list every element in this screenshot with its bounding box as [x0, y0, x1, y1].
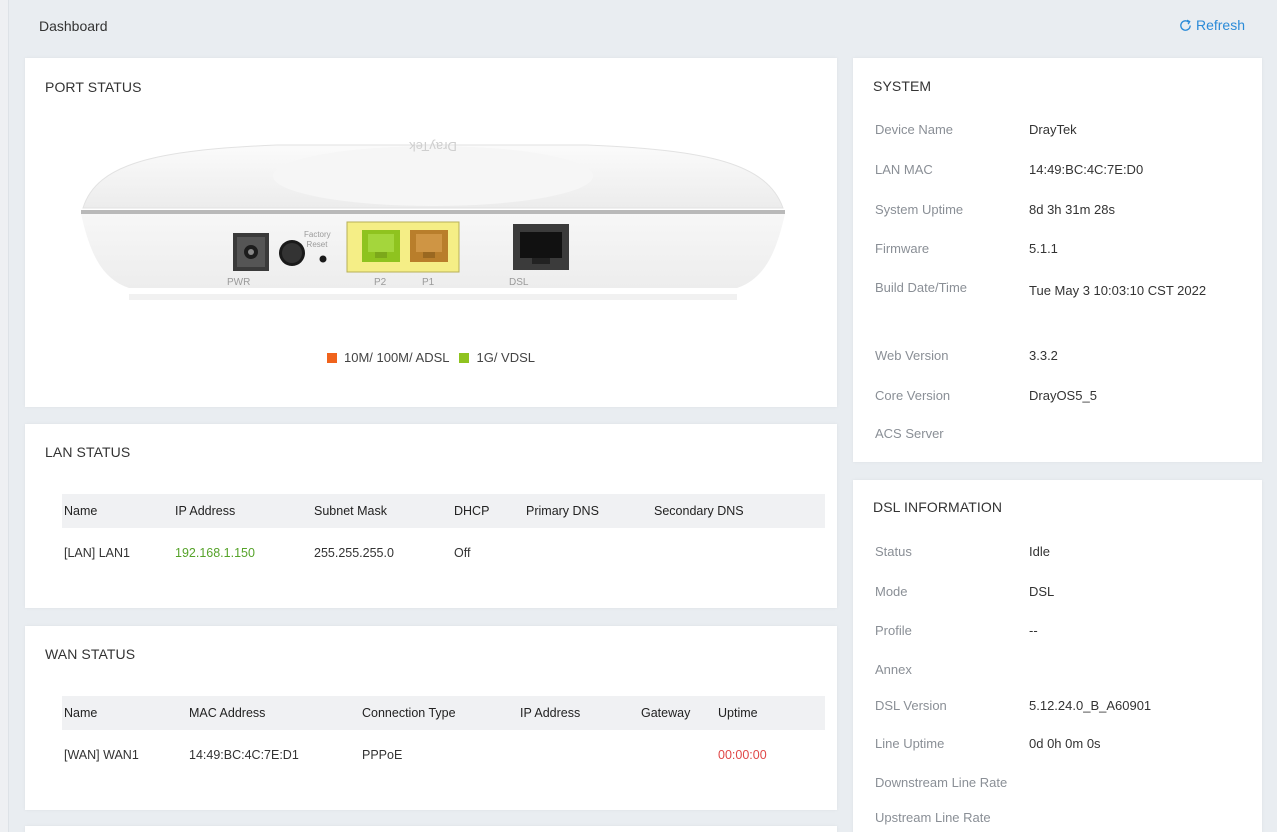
legend-swatch-green [459, 352, 470, 363]
field-label: Profile [875, 623, 912, 638]
field-value: Idle [1029, 544, 1050, 559]
col-dhcp: DHCP [454, 504, 490, 518]
legend-label: 10M/ 100M/ ADSL [343, 350, 450, 365]
field-value: 5.12.24.0_B_A60901 [1029, 698, 1152, 713]
system-card: SYSTEM Device Name DrayTek LAN MAC 14:49… [853, 58, 1262, 462]
legend-item-10m: 10M/ 100M/ ADSL [326, 350, 450, 365]
wan-table: Name MAC Address Connection Type IP Addr… [62, 696, 825, 780]
lan-status-title: LAN STATUS [45, 444, 131, 460]
col-connection-type: Connection Type [362, 706, 456, 720]
dsl-label: DSL [509, 277, 529, 288]
system-title: SYSTEM [873, 78, 932, 94]
col-primary-dns: Primary DNS [526, 504, 599, 518]
legend-item-1g: 1G/ VDSL [459, 350, 535, 365]
table-header: Name IP Address Subnet Mask DHCP Primary… [62, 494, 825, 528]
field-value: 8d 3h 31m 28s [1029, 202, 1116, 217]
field-label: Annex [875, 662, 912, 677]
p1-label: P1 [422, 277, 435, 288]
field-value: -- [1029, 623, 1038, 638]
col-uptime: Uptime [718, 706, 758, 720]
refresh-label: Refresh [1195, 17, 1245, 33]
field-label: Line Uptime [875, 736, 945, 751]
lan-mask: 255.255.255.0 [314, 546, 394, 560]
wan-uptime: 00:00:00 [718, 748, 767, 762]
brand-text-reversed: DrayTek [409, 139, 457, 154]
wan-name: [WAN] WAN1 [64, 748, 139, 762]
svg-text:DrayTek: DrayTek [409, 139, 457, 154]
field-label: Build Date/Time [875, 280, 967, 295]
col-ip-address: IP Address [520, 706, 581, 720]
lan-table: Name IP Address Subnet Mask DHCP Primary… [62, 494, 825, 578]
field-value: DSL [1029, 584, 1055, 599]
col-name: Name [64, 504, 98, 518]
field-value: 14:49:BC:4C:7E:D0 [1029, 162, 1144, 177]
lan-status-card: LAN STATUS Name IP Address Subnet Mask D… [25, 424, 837, 608]
refresh-button[interactable]: Refresh [1178, 17, 1245, 33]
field-value: Tue May 3 10:03:10 CST 2022 [1029, 283, 1207, 298]
table-row: [LAN] LAN1 192.168.1.150 255.255.255.0 O… [62, 528, 825, 578]
next-card-partial [25, 826, 837, 832]
field-label: DSL Version [875, 698, 947, 713]
port-status-title: PORT STATUS [45, 79, 142, 95]
col-gateway: Gateway [641, 706, 691, 720]
field-label: Firmware [875, 241, 930, 256]
page-title: Dashboard [39, 18, 108, 34]
pwr-label: PWR [227, 277, 251, 288]
dsl-title: DSL INFORMATION [873, 499, 1003, 515]
field-value: 5.1.1 [1029, 241, 1058, 256]
dsl-information-card: DSL INFORMATION Status Idle Mode DSL Pro… [853, 480, 1262, 832]
port-legend: 10M/ 100M/ ADSL 1G/ VDSL [25, 350, 837, 365]
col-subnet-mask: Subnet Mask [314, 504, 387, 518]
port-status-card: PORT STATUS DrayTek PWR Factory Reset P2… [25, 58, 837, 407]
col-ip-address: IP Address [175, 504, 236, 518]
field-label: Status [875, 544, 912, 559]
p2-label: P2 [374, 277, 387, 288]
lan-dhcp: Off [454, 546, 471, 560]
table-row: [WAN] WAN1 14:49:BC:4C:7E:D1 PPPoE 00:00… [62, 730, 825, 780]
wan-mac: 14:49:BC:4C:7E:D1 [189, 748, 299, 762]
wan-status-card: WAN STATUS Name MAC Address Connection T… [25, 626, 837, 810]
field-label: Downstream Line Rate [875, 775, 1008, 790]
field-value: DrayTek [1029, 122, 1077, 137]
legend-swatch-orange [326, 352, 337, 363]
lan-name: [LAN] LAN1 [64, 546, 131, 560]
field-value: DrayOS5_5 [1029, 388, 1097, 403]
refresh-icon [1180, 19, 1191, 31]
field-label: Upstream Line Rate [875, 810, 991, 825]
field-label: Mode [875, 584, 908, 599]
field-label: Core Version [875, 388, 951, 403]
table-header: Name MAC Address Connection Type IP Addr… [62, 696, 825, 730]
top-bar: Dashboard Refresh [8, 0, 1277, 58]
col-mac-address: MAC Address [189, 706, 266, 720]
legend-label: 1G/ VDSL [476, 350, 536, 365]
field-label: Web Version [875, 348, 949, 363]
field-label: System Uptime [875, 202, 964, 217]
wan-status-title: WAN STATUS [45, 646, 136, 662]
field-label: ACS Server [875, 426, 944, 441]
field-value: 0d 0h 0m 0s [1029, 736, 1101, 751]
wan-connection-type: PPPoE [362, 748, 403, 762]
col-name: Name [64, 706, 98, 720]
field-label: LAN MAC [875, 162, 933, 177]
field-value: 3.3.2 [1029, 348, 1058, 363]
col-secondary-dns: Secondary DNS [654, 504, 744, 518]
field-label: Device Name [875, 122, 954, 137]
lan-ip: 192.168.1.150 [175, 546, 255, 560]
factory-reset-label: Factory Reset [304, 230, 331, 249]
